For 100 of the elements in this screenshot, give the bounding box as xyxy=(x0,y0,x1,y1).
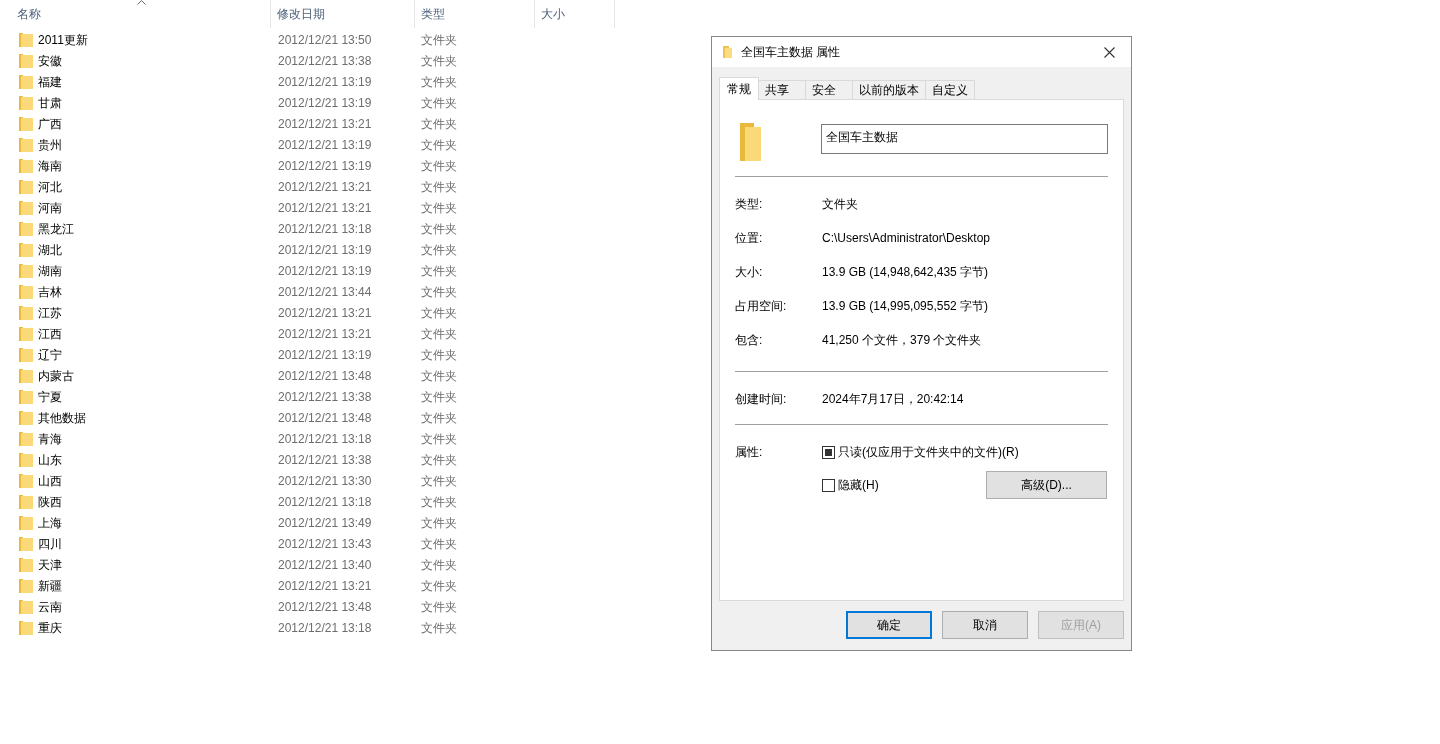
folder-icon xyxy=(19,368,33,383)
date-cell-text: 2012/12/21 13:48 xyxy=(277,598,373,616)
field-label: 包含: xyxy=(735,332,764,349)
field-value: C:\Users\Administrator\Desktop xyxy=(822,230,991,247)
file-name[interactable]: 吉林 xyxy=(38,282,62,301)
field-label: 位置: xyxy=(735,230,764,247)
name-field[interactable]: 全国车主数据 xyxy=(821,124,1108,154)
type-cell-text: 文件夹 xyxy=(420,325,457,343)
date-cell-text: 2012/12/21 13:21 xyxy=(277,325,373,343)
folder-icon xyxy=(19,284,33,299)
column-header[interactable]: 大小 xyxy=(535,0,615,28)
file-name[interactable]: 2011更新 xyxy=(38,30,88,49)
file-name[interactable]: 宁夏 xyxy=(38,387,62,406)
type-cell-text: 文件夹 xyxy=(420,472,457,490)
file-name[interactable]: 青海 xyxy=(38,429,62,448)
tab[interactable]: 自定义 xyxy=(925,80,975,99)
column-header[interactable]: 类型 xyxy=(415,0,535,28)
date-cell-text: 2012/12/21 13:48 xyxy=(277,367,373,385)
tab[interactable]: 以前的版本 xyxy=(852,80,926,99)
folder-icon xyxy=(19,578,33,593)
advanced-button[interactable]: 高级(D)... xyxy=(986,471,1107,499)
file-name[interactable]: 河南 xyxy=(38,198,62,217)
file-name[interactable]: 其他数据 xyxy=(38,408,86,427)
file-name[interactable]: 河北 xyxy=(38,177,62,196)
dialog-button[interactable]: 确定 xyxy=(846,611,932,639)
type-cell-text: 文件夹 xyxy=(420,199,457,217)
folder-icon xyxy=(19,305,33,320)
folder-icon xyxy=(19,158,33,173)
checkbox[interactable]: 只读(仅应用于文件夹中的文件)(R) xyxy=(822,443,1019,461)
type-cell-text: 文件夹 xyxy=(420,388,457,406)
folder-icon xyxy=(19,263,33,278)
file-name[interactable]: 新疆 xyxy=(38,576,62,595)
file-name[interactable]: 黑龙江 xyxy=(38,219,74,238)
file-name[interactable]: 湖北 xyxy=(38,240,62,259)
type-cell-text: 文件夹 xyxy=(420,262,457,280)
file-name[interactable]: 福建 xyxy=(38,72,62,91)
type-cell-text: 文件夹 xyxy=(420,451,457,469)
file-name[interactable]: 海南 xyxy=(38,156,62,175)
field-label: 创建时间: xyxy=(735,391,788,408)
folder-icon xyxy=(19,179,33,194)
file-name[interactable]: 重庆 xyxy=(38,618,62,637)
date-cell-text: 2012/12/21 13:30 xyxy=(277,472,373,490)
folder-icon xyxy=(19,326,33,341)
column-header[interactable]: 名称 xyxy=(0,0,271,28)
file-name[interactable]: 陕西 xyxy=(38,492,62,511)
folder-icon xyxy=(19,557,33,572)
file-name[interactable]: 江西 xyxy=(38,324,62,343)
tab[interactable]: 安全 xyxy=(805,80,853,99)
folder-icon xyxy=(19,74,33,89)
type-cell-text: 文件夹 xyxy=(420,346,457,364)
field-value: 13.9 GB (14,995,095,552 字节) xyxy=(822,298,989,315)
file-name[interactable]: 湖南 xyxy=(38,261,62,280)
file-name[interactable]: 天津 xyxy=(38,555,62,574)
type-cell-text: 文件夹 xyxy=(420,220,457,238)
file-name[interactable]: 辽宁 xyxy=(38,345,62,364)
date-cell-text: 2012/12/21 13:21 xyxy=(277,304,373,322)
date-cell-text: 2012/12/21 13:50 xyxy=(277,31,373,49)
date-cell-text: 2012/12/21 13:43 xyxy=(277,535,373,553)
folder-icon xyxy=(19,32,33,47)
date-cell-text: 2012/12/21 13:38 xyxy=(277,451,373,469)
file-name[interactable]: 山西 xyxy=(38,471,62,490)
folder-icon xyxy=(19,200,33,215)
folder-icon xyxy=(19,116,33,131)
checkbox[interactable]: 隐藏(H) xyxy=(822,476,879,494)
field-label: 类型: xyxy=(735,196,764,213)
type-cell-text: 文件夹 xyxy=(420,493,457,511)
date-cell-text: 2012/12/21 13:38 xyxy=(277,388,373,406)
file-name[interactable]: 山东 xyxy=(38,450,62,469)
folder-icon xyxy=(19,95,33,110)
tab[interactable]: 常规 xyxy=(719,77,759,100)
dialog-button[interactable]: 取消 xyxy=(942,611,1028,639)
file-name[interactable]: 四川 xyxy=(38,534,62,553)
file-name[interactable]: 上海 xyxy=(38,513,62,532)
date-cell-text: 2012/12/21 13:19 xyxy=(277,241,373,259)
tab[interactable]: 共享 xyxy=(758,80,806,99)
folder-icon xyxy=(19,221,33,236)
file-name[interactable]: 安徽 xyxy=(38,51,62,70)
file-name[interactable]: 甘肃 xyxy=(38,93,62,112)
type-cell-text: 文件夹 xyxy=(420,115,457,133)
date-cell-text: 2012/12/21 13:40 xyxy=(277,556,373,574)
folder-icon xyxy=(19,536,33,551)
type-cell-text: 文件夹 xyxy=(420,157,457,175)
field-label: 占用空间: xyxy=(735,298,788,315)
type-cell-text: 文件夹 xyxy=(420,283,457,301)
file-name[interactable]: 云南 xyxy=(38,597,62,616)
date-cell-text: 2012/12/21 13:18 xyxy=(277,619,373,637)
folder-icon xyxy=(19,599,33,614)
file-name[interactable]: 江苏 xyxy=(38,303,62,322)
date-cell-text: 2012/12/21 13:18 xyxy=(277,493,373,511)
file-name[interactable]: 广西 xyxy=(38,114,62,133)
file-name[interactable]: 贵州 xyxy=(38,135,62,154)
field-value: 41,250 个文件，379 个文件夹 xyxy=(822,332,982,349)
column-header[interactable]: 修改日期 xyxy=(271,0,415,28)
type-cell-text: 文件夹 xyxy=(420,241,457,259)
type-cell-text: 文件夹 xyxy=(420,409,457,427)
file-name[interactable]: 内蒙古 xyxy=(38,366,74,385)
date-cell-text: 2012/12/21 13:19 xyxy=(277,346,373,364)
close-icon xyxy=(1103,46,1115,58)
folder-icon xyxy=(19,137,33,152)
date-cell-text: 2012/12/21 13:44 xyxy=(277,283,373,301)
